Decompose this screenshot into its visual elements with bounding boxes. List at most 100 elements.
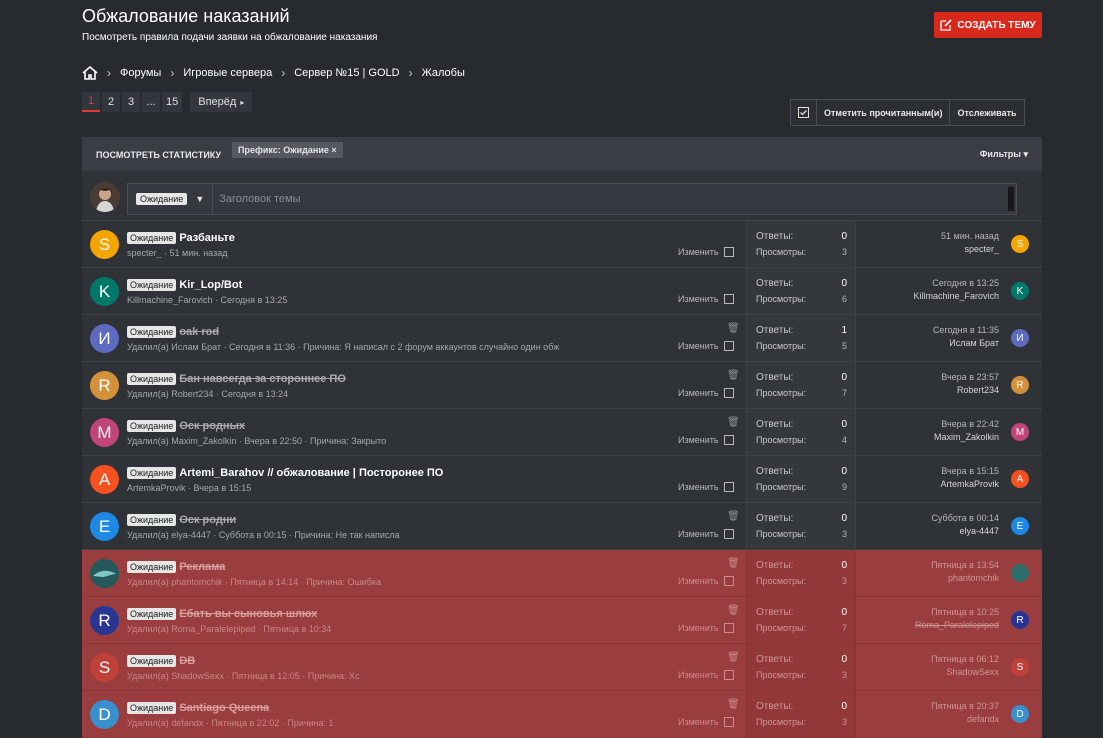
last-post-user[interactable]: Maxim_Zakolkin <box>862 432 999 442</box>
prefix-label[interactable]: Ожидание <box>127 702 177 714</box>
thread-checkbox[interactable] <box>723 247 734 257</box>
page-3[interactable]: 3 <box>122 92 140 112</box>
prefix-label[interactable]: Ожидание <box>127 420 177 432</box>
avatar[interactable]: R <box>90 606 119 635</box>
thread-row[interactable]: D Ожидание Santiago Queena Удалил(а) def… <box>82 691 1042 738</box>
edit-link[interactable]: Изменить <box>678 247 734 257</box>
thread-row[interactable]: K Ожидание Kir_Lop/Bot Killmachine_Farov… <box>82 268 1042 315</box>
home-icon[interactable] <box>82 66 98 80</box>
thread-title[interactable]: Santiago Queena <box>179 702 269 714</box>
filters-dropdown[interactable]: Фильтры ▾ <box>980 149 1028 160</box>
avatar[interactable]: S <box>90 230 119 259</box>
thread-title[interactable]: Бан навсегда за стороннее ПО <box>179 373 346 385</box>
watch-button[interactable]: Отслеживать <box>949 100 1023 125</box>
thread-checkbox[interactable] <box>723 670 734 680</box>
thread-row[interactable]: A Ожидание Artemi_Barahov // обжалование… <box>82 456 1042 503</box>
edit-link[interactable]: Изменить <box>678 576 734 586</box>
page-1[interactable]: 1 <box>82 92 100 112</box>
view-stats-link[interactable]: ПОСМОТРЕТЬ СТАТИСТИКУ <box>96 150 221 160</box>
avatar[interactable] <box>90 559 119 588</box>
last-post-user[interactable]: Robert234 <box>862 385 999 395</box>
last-post-date[interactable]: Вчера в 22:42 <box>862 419 999 429</box>
avatar[interactable]: R <box>1011 611 1029 629</box>
prefix-label[interactable]: Ожидание <box>127 514 177 526</box>
avatar[interactable]: R <box>1011 376 1029 394</box>
thread-row[interactable]: И Ожидание oak rod Удалил(а) Ислам Брат … <box>82 315 1042 362</box>
avatar[interactable]: M <box>90 418 119 447</box>
thread-row[interactable]: Ожидание Реклама Удалил(а) phantomchik ·… <box>82 550 1042 597</box>
avatar[interactable]: D <box>1011 705 1029 723</box>
last-post-user[interactable]: Killmachine_Farovich <box>862 291 999 301</box>
edit-link[interactable]: Изменить <box>678 623 734 633</box>
avatar[interactable]: S <box>1011 658 1029 676</box>
last-post-date[interactable]: Пятница в 13:54 <box>862 560 999 570</box>
last-post-user[interactable]: elya-4447 <box>862 526 999 536</box>
thread-checkbox[interactable] <box>723 435 734 445</box>
last-post-user[interactable]: ShadowSexx <box>862 667 999 677</box>
edit-link[interactable]: Изменить <box>678 388 734 398</box>
last-post-date[interactable]: Пятница в 10:25 <box>862 607 999 617</box>
thread-row[interactable]: M Ожидание Оск родных Удалил(а) Maxim_Za… <box>82 409 1042 456</box>
thread-title[interactable]: Artemi_Barahov // обжалование | Посторон… <box>179 467 443 479</box>
thread-title[interactable]: Оск родни <box>179 514 236 526</box>
thread-title[interactable]: Реклама <box>179 561 225 573</box>
edit-link[interactable]: Изменить <box>678 529 734 539</box>
thread-title[interactable]: oak rod <box>179 326 219 338</box>
edit-link[interactable]: Изменить <box>678 341 734 351</box>
edit-link[interactable]: Изменить <box>678 435 734 445</box>
thread-checkbox[interactable] <box>723 294 734 304</box>
edit-link[interactable]: Изменить <box>678 482 734 492</box>
thread-title[interactable]: DB <box>179 655 195 667</box>
thread-row[interactable]: E Ожидание Оск родни Удалил(а) elya-4447… <box>82 503 1042 550</box>
avatar[interactable]: A <box>90 465 119 494</box>
last-post-user[interactable]: Roma_Paralelepiped <box>862 620 999 630</box>
breadcrumb-game-servers[interactable]: Игровые сервера <box>183 67 272 79</box>
avatar[interactable]: И <box>90 324 119 353</box>
last-post-date[interactable]: Сегодня в 11:35 <box>862 325 999 335</box>
thread-checkbox[interactable] <box>723 717 734 727</box>
page-15[interactable]: 15 <box>162 92 183 112</box>
avatar[interactable] <box>1011 564 1029 582</box>
last-post-date[interactable]: Пятница в 20:37 <box>862 701 999 711</box>
edit-link[interactable]: Изменить <box>678 717 734 727</box>
avatar[interactable]: S <box>1011 235 1029 253</box>
prefix-label[interactable]: Ожидание <box>127 655 177 667</box>
page-2[interactable]: 2 <box>102 92 120 112</box>
prefix-label[interactable]: Ожидание <box>127 467 177 479</box>
thread-title[interactable]: Kir_Lop/Bot <box>179 279 242 291</box>
thread-title[interactable]: Оск родных <box>179 420 245 432</box>
thread-row[interactable]: S Ожидание DB Удалил(а) ShadowSexx · Пят… <box>82 644 1042 691</box>
avatar[interactable]: R <box>90 371 119 400</box>
thread-title[interactable]: Разбаньте <box>179 232 235 244</box>
avatar[interactable]: E <box>90 512 119 541</box>
prefix-select[interactable]: Ожидание <box>136 193 188 205</box>
prefix-label[interactable]: Ожидание <box>127 232 177 244</box>
last-post-user[interactable]: phantomchik <box>862 573 999 583</box>
avatar[interactable]: K <box>1011 282 1029 300</box>
avatar[interactable]: D <box>90 700 119 729</box>
avatar[interactable]: K <box>90 277 119 306</box>
caret-down-icon[interactable]: ▼ <box>195 194 204 204</box>
thread-row[interactable]: R Ожидание Бан навсегда за стороннее ПО … <box>82 362 1042 409</box>
thread-row[interactable]: S Ожидание Разбаньте specter_ · 51 мин. … <box>82 221 1042 268</box>
avatar[interactable]: S <box>90 653 119 682</box>
select-all-checkbox[interactable] <box>791 100 816 125</box>
last-post-date[interactable]: Сегодня в 13:25 <box>862 278 999 288</box>
last-post-date[interactable]: 51 мин. назад <box>862 231 999 241</box>
last-post-date[interactable]: Суббота в 00:14 <box>862 513 999 523</box>
avatar[interactable]: E <box>1011 517 1029 535</box>
prefix-filter-chip[interactable]: Префикс: Ожидание × <box>232 142 343 158</box>
edit-link[interactable]: Изменить <box>678 670 734 680</box>
prefix-label[interactable]: Ожидание <box>127 561 177 573</box>
thread-checkbox[interactable] <box>723 576 734 586</box>
avatar[interactable]: И <box>1011 329 1029 347</box>
prefix-label[interactable]: Ожидание <box>127 608 177 620</box>
prefix-label[interactable]: Ожидание <box>127 326 177 338</box>
thread-checkbox[interactable] <box>723 482 734 492</box>
thread-checkbox[interactable] <box>723 529 734 539</box>
last-post-user[interactable]: Ислам Брат <box>862 338 999 348</box>
mark-read-button[interactable]: Отметить прочитанным(и) <box>816 100 949 125</box>
thread-checkbox[interactable] <box>723 341 734 351</box>
thread-row[interactable]: R Ожидание Ебать вы сыновья шлюх Удалил(… <box>82 597 1042 644</box>
prefix-label[interactable]: Ожидание <box>127 373 177 385</box>
